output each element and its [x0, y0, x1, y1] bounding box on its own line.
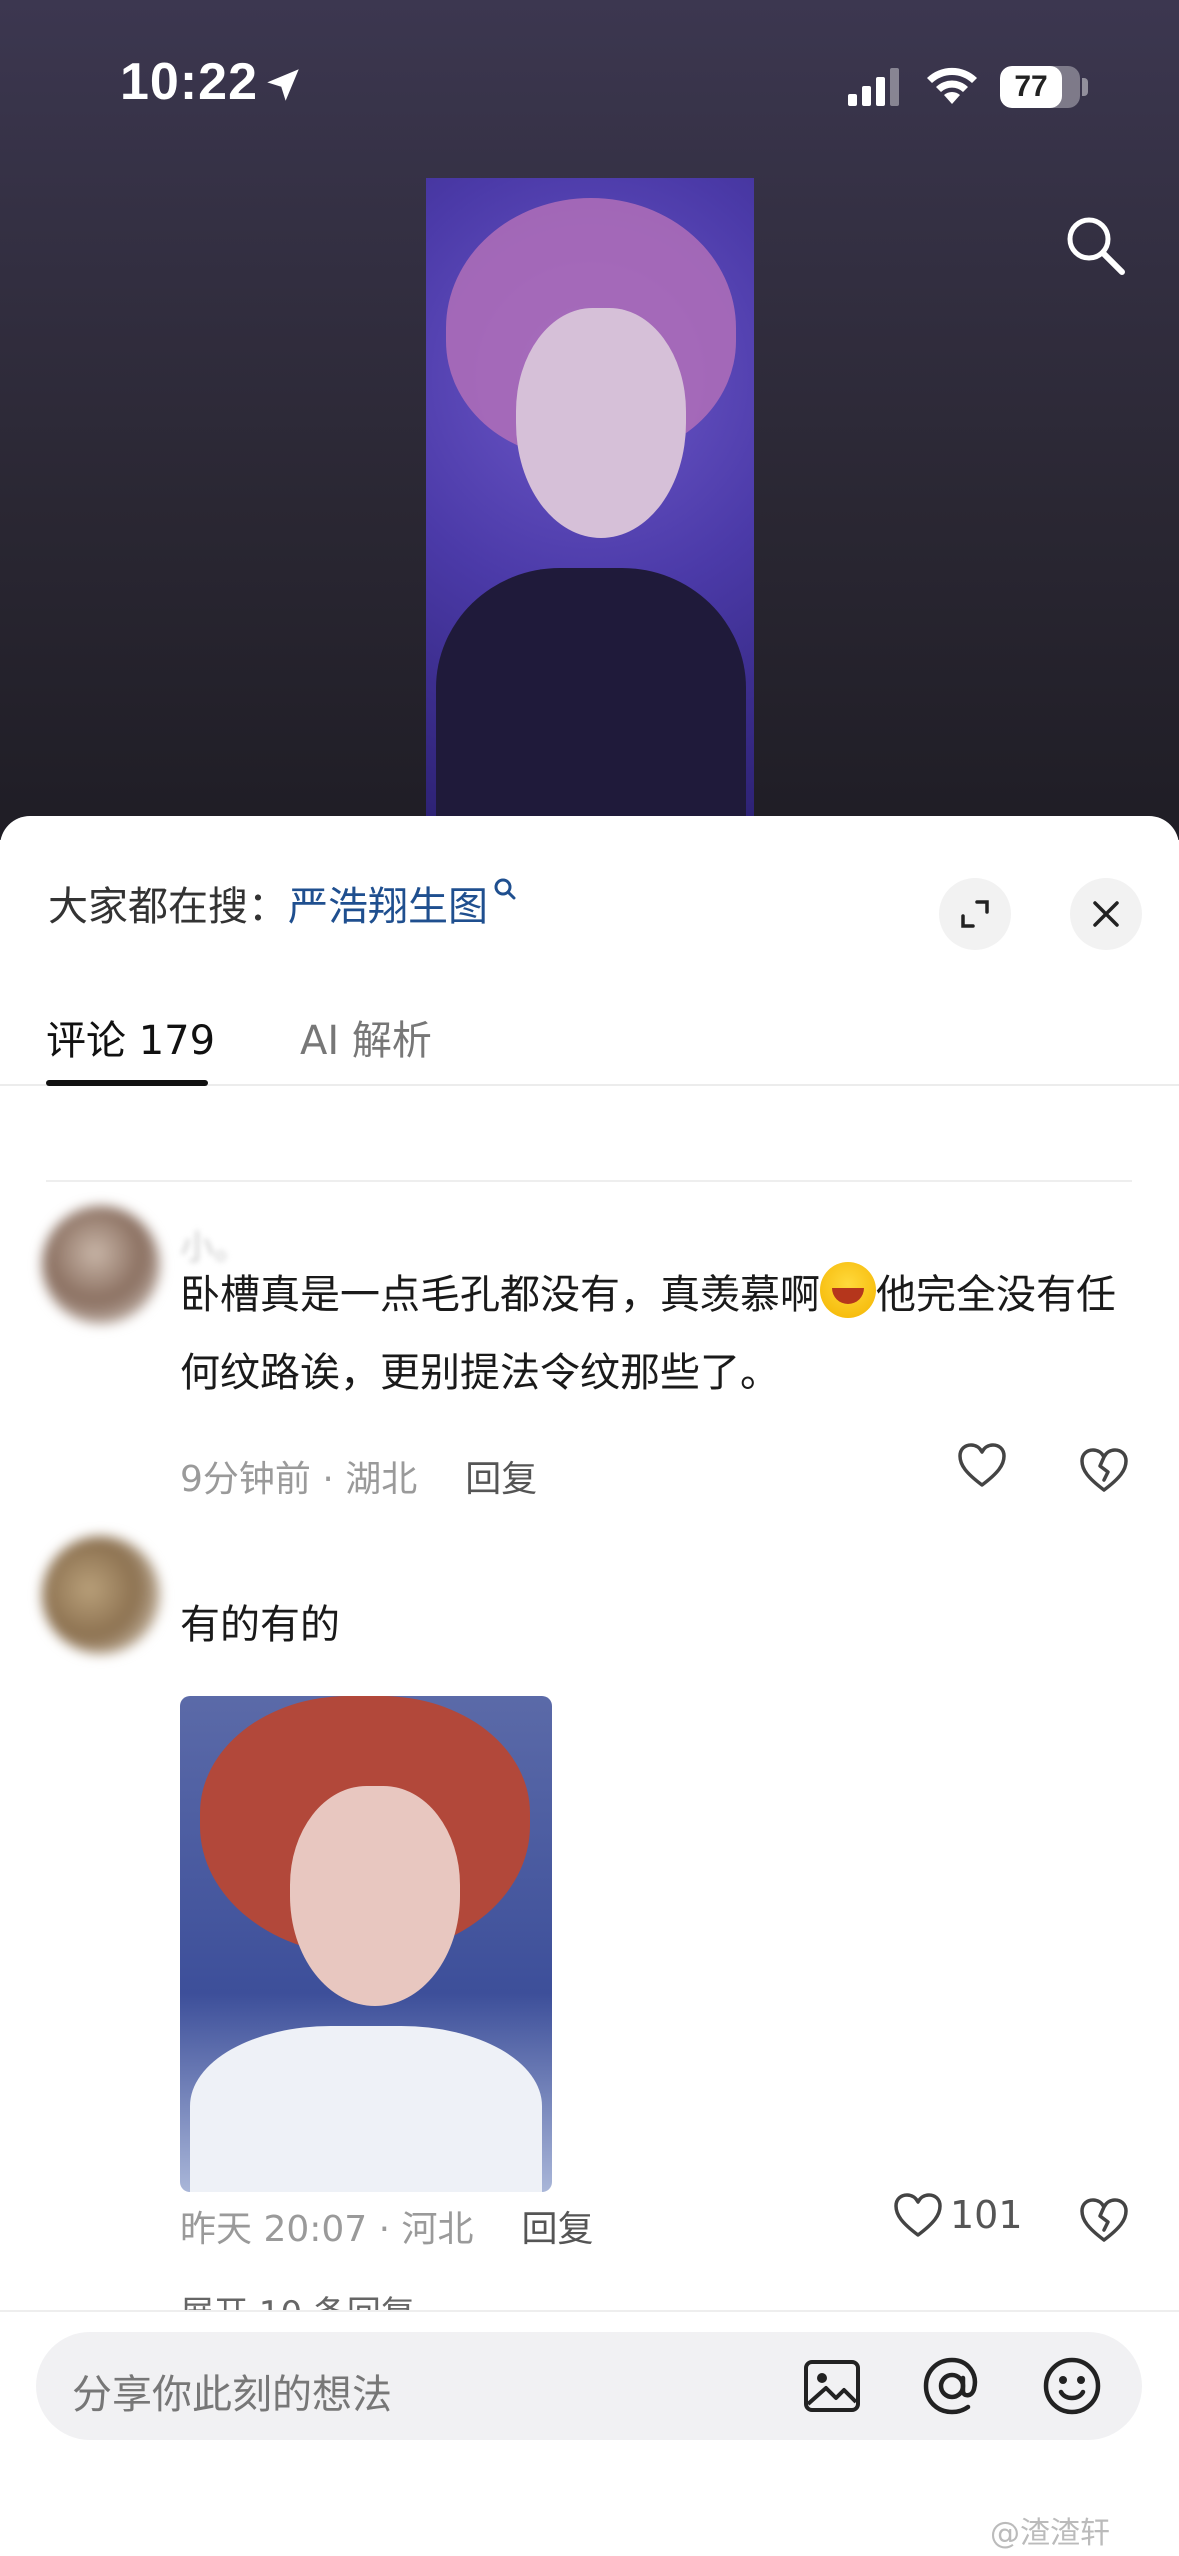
comment-text: 有的有的	[180, 1602, 340, 1648]
close-icon	[1093, 901, 1119, 927]
hot-search-bar[interactable]: 大家都在搜：严浩翔生图	[48, 874, 518, 932]
expand-icon	[961, 900, 989, 928]
like-button[interactable]: 101	[892, 2190, 1023, 2239]
laughing-crying-emoji-icon	[820, 1262, 876, 1318]
hot-search-query[interactable]: 严浩翔生图	[288, 884, 488, 930]
comment-time-location: 昨天 20:07 · 河北	[180, 2209, 474, 2250]
divider	[46, 1180, 1132, 1182]
comment-input-placeholder: 分享你此刻的想法	[72, 2372, 392, 2418]
comment-meta: 昨天 20:07 · 河北 回复	[180, 2200, 594, 2252]
broken-heart-icon[interactable]	[1078, 2196, 1130, 2244]
avatar[interactable]	[42, 1206, 160, 1324]
heart-icon	[958, 1442, 1006, 1487]
reply-button[interactable]: 回复	[465, 1459, 537, 1500]
comment-time-location: 9分钟前 · 湖北	[180, 1459, 418, 1500]
wifi-icon	[927, 67, 977, 104]
close-button[interactable]	[1070, 878, 1142, 950]
post-image[interactable]	[426, 178, 754, 840]
tab-bar: 评论 179 AI 解析	[0, 986, 1179, 1086]
comment-image-face-shape	[290, 1786, 460, 2006]
heart-icon	[894, 2192, 942, 2237]
reply-button[interactable]: 回复	[522, 2209, 594, 2250]
comment-meta: 9分钟前 · 湖北 回复	[180, 1450, 537, 1502]
status-bar: 10:22 77	[0, 0, 1179, 150]
broken-heart-icon[interactable]	[1078, 1446, 1130, 1494]
comment-image-shirt-shape	[190, 2026, 542, 2192]
username[interactable]: 小。	[180, 1220, 248, 1268]
like-button[interactable]	[956, 1440, 1008, 1489]
comment-text: 卧槽真是一点毛孔都没有，真羡慕啊 他完全没有任何纹路诶，更别提法令纹那些了。	[180, 1256, 1140, 1412]
image-viewer-background: 10:22 77	[0, 0, 1179, 840]
active-tab-indicator	[46, 1080, 208, 1086]
like-count: 101	[950, 2192, 1023, 2237]
emoji-icon[interactable]	[1040, 2354, 1104, 2418]
hot-search-prefix: 大家都在搜：	[48, 884, 288, 930]
avatar[interactable]	[42, 1536, 160, 1654]
cellular-signal-icon	[848, 68, 899, 106]
post-image-body-shape	[436, 568, 746, 840]
mention-icon[interactable]	[920, 2354, 984, 2418]
image-icon[interactable]	[800, 2354, 864, 2418]
battery-indicator: 77	[1000, 66, 1080, 108]
tab-ai-analysis[interactable]: AI 解析	[300, 1008, 432, 1066]
post-image-face-shape	[516, 308, 686, 538]
tab-comments[interactable]: 评论 179	[46, 1008, 215, 1066]
small-search-icon	[494, 878, 516, 900]
location-arrow-icon	[267, 69, 299, 101]
battery-cap	[1082, 78, 1088, 96]
comment-image[interactable]	[180, 1696, 552, 2192]
search-icon[interactable]	[1060, 210, 1130, 280]
watermark: @渣渣轩	[990, 2516, 1110, 2551]
comment-input[interactable]: 分享你此刻的想法	[36, 2332, 1142, 2440]
expand-button[interactable]	[939, 878, 1011, 950]
status-time: 10:22	[120, 53, 258, 111]
comment-text-part: 卧槽真是一点毛孔都没有，真羡慕啊	[180, 1272, 820, 1318]
comments-sheet: 大家都在搜：严浩翔生图 评论 179 AI 解析 小。 卧槽真是一点毛孔都没有，…	[0, 816, 1179, 2556]
battery-percent: 77	[1014, 70, 1048, 103]
